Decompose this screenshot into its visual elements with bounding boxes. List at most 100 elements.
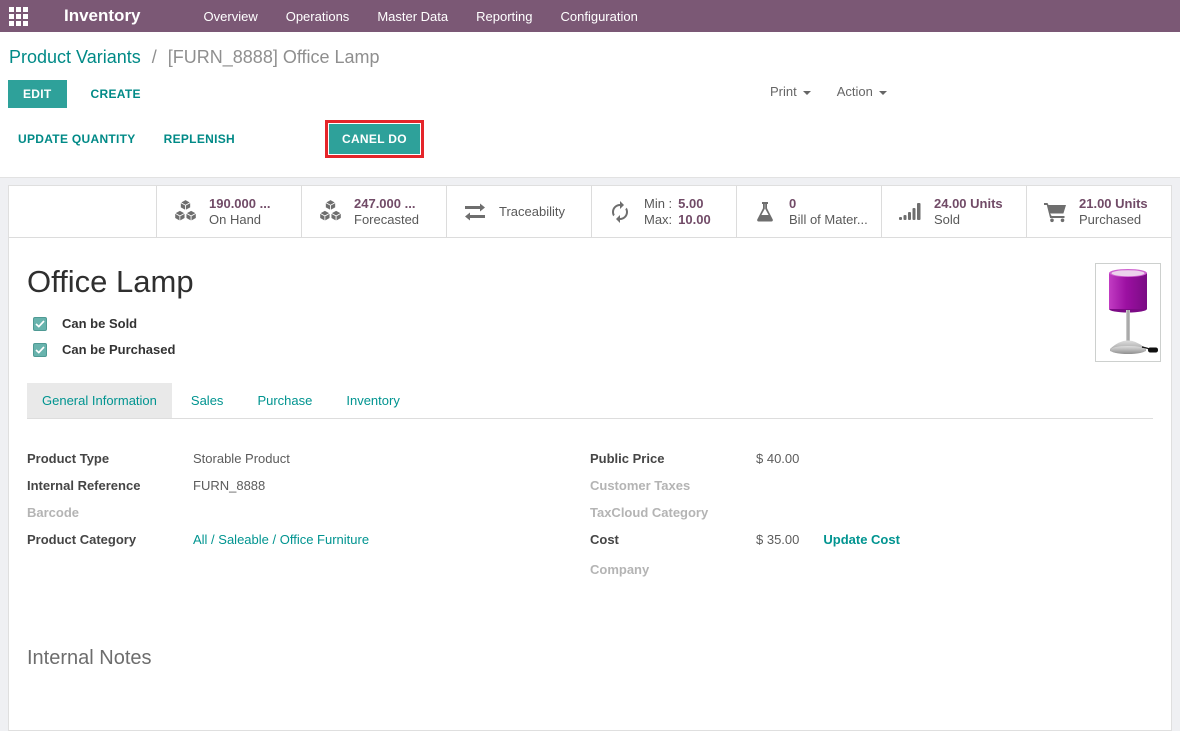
forecasted-value: 247.000 ...: [354, 196, 419, 212]
flask-icon: [750, 201, 780, 223]
stat-button-traceability[interactable]: Traceability: [446, 186, 591, 237]
breadcrumb-product-variants[interactable]: Product Variants: [9, 47, 141, 67]
taxcloud-category-label: TaxCloud Category: [590, 505, 756, 520]
customer-taxes-label: Customer Taxes: [590, 478, 756, 493]
tab-sales[interactable]: Sales: [176, 383, 239, 418]
edit-button[interactable]: EDIT: [8, 80, 67, 108]
purchased-label: Purchased: [1079, 212, 1148, 228]
max-value: 10.00: [678, 212, 711, 228]
min-value: 5.00: [678, 196, 703, 212]
print-action-group: Print Action: [770, 84, 887, 99]
checkbox-checked-icon[interactable]: [33, 343, 47, 357]
print-label: Print: [770, 84, 797, 99]
nav-menu-master-data[interactable]: Master Data: [377, 9, 448, 24]
stat-button-bill-of-materials[interactable]: 0 Bill of Mater...: [736, 186, 881, 237]
chevron-down-icon: [879, 91, 887, 95]
control-panel-actions: EDIT CREATE Print Action: [0, 68, 1180, 112]
product-image[interactable]: [1095, 263, 1161, 362]
update-quantity-button[interactable]: UPDATE QUANTITY: [18, 132, 136, 146]
breadcrumb: Product Variants / [FURN_8888] Office La…: [0, 32, 1180, 68]
max-label: Max:: [644, 212, 672, 228]
field-product-category: Product Category All / Saleable / Office…: [27, 532, 590, 559]
field-company: Company: [590, 562, 1153, 589]
refresh-icon: [605, 200, 635, 224]
cost-label: Cost: [590, 532, 756, 547]
product-type-value: Storable Product: [193, 451, 290, 466]
cubes-icon: [315, 198, 345, 225]
barcode-label: Barcode: [27, 505, 193, 520]
stat-row-spacer: [9, 186, 156, 237]
purchased-value: 21.00 Units: [1079, 196, 1148, 212]
form-sheet: 190.000 ... On Hand 247.000 ...: [8, 185, 1172, 731]
product-type-label: Product Type: [27, 451, 193, 466]
stat-button-sold[interactable]: 24.00 Units Sold: [881, 186, 1026, 237]
bar-chart-icon: [895, 202, 925, 222]
object-buttons-row: UPDATE QUANTITY REPLENISH CANEL DO: [0, 112, 1180, 158]
field-public-price: Public Price $ 40.00: [590, 451, 1153, 478]
stat-button-forecasted[interactable]: 247.000 ... Forecasted: [301, 186, 446, 237]
can-be-purchased-label: Can be Purchased: [62, 342, 175, 357]
tab-inventory[interactable]: Inventory: [331, 383, 414, 418]
nav-menu-configuration[interactable]: Configuration: [561, 9, 638, 24]
can-be-sold-label: Can be Sold: [62, 316, 137, 331]
field-barcode: Barcode: [27, 505, 590, 532]
action-dropdown[interactable]: Action: [837, 84, 887, 99]
internal-notes-heading: Internal Notes: [27, 647, 1153, 730]
apps-grid-icon[interactable]: [9, 7, 28, 26]
company-label: Company: [590, 562, 756, 577]
field-product-type: Product Type Storable Product: [27, 451, 590, 478]
tab-purchase[interactable]: Purchase: [242, 383, 327, 418]
forecasted-label: Forecasted: [354, 212, 419, 228]
product-category-value[interactable]: All / Saleable / Office Furniture: [193, 532, 369, 547]
fields-left-column: Product Type Storable Product Internal R…: [27, 451, 590, 589]
notebook-tabs: General Information Sales Purchase Inven…: [27, 383, 1153, 419]
checkbox-checked-icon[interactable]: [33, 317, 47, 331]
top-navbar: Inventory Overview Operations Master Dat…: [0, 0, 1180, 32]
field-taxcloud-category: TaxCloud Category: [590, 505, 1153, 532]
create-button[interactable]: CREATE: [91, 87, 141, 101]
cart-icon: [1040, 201, 1070, 223]
on-hand-label: On Hand: [209, 212, 270, 228]
bom-value: 0: [789, 196, 868, 212]
field-internal-reference: Internal Reference FURN_8888: [27, 478, 590, 505]
nav-menu-reporting[interactable]: Reporting: [476, 9, 532, 24]
exchange-icon: [460, 203, 490, 221]
app-name[interactable]: Inventory: [64, 6, 141, 26]
can-be-sold-checkbox[interactable]: Can be Sold: [33, 316, 1153, 331]
nav-menu-operations[interactable]: Operations: [286, 9, 350, 24]
cancel-do-button[interactable]: CANEL DO: [329, 124, 420, 154]
min-label: Min :: [644, 196, 672, 212]
apps-grid-icon-svg: [9, 7, 28, 26]
public-price-label: Public Price: [590, 451, 756, 466]
product-title: Office Lamp: [27, 264, 1153, 300]
red-highlight-box: CANEL DO: [325, 120, 424, 158]
internal-reference-value: FURN_8888: [193, 478, 265, 493]
internal-reference-label: Internal Reference: [27, 478, 193, 493]
update-cost-button[interactable]: Update Cost: [823, 532, 900, 547]
control-panel: Product Variants / [FURN_8888] Office La…: [0, 32, 1180, 178]
breadcrumb-current: [FURN_8888] Office Lamp: [168, 47, 380, 67]
fields-right-column: Public Price $ 40.00 Customer Taxes TaxC…: [590, 451, 1153, 589]
print-dropdown[interactable]: Print: [770, 84, 811, 99]
content-area: 190.000 ... On Hand 247.000 ...: [0, 178, 1180, 731]
can-be-purchased-checkbox[interactable]: Can be Purchased: [33, 342, 1153, 357]
cubes-icon: [170, 198, 200, 225]
cost-value: $ 35.00: [756, 532, 799, 547]
field-cost: Cost $ 35.00 Update Cost: [590, 532, 1153, 562]
on-hand-value: 190.000 ...: [209, 196, 270, 212]
stat-button-on-hand[interactable]: 190.000 ... On Hand: [156, 186, 301, 237]
chevron-down-icon: [803, 91, 811, 95]
product-category-label: Product Category: [27, 532, 193, 547]
sold-value: 24.00 Units: [934, 196, 1003, 212]
general-information-fields: Product Type Storable Product Internal R…: [27, 419, 1153, 589]
lamp-image-svg: [1096, 264, 1160, 361]
nav-menu-overview[interactable]: Overview: [204, 9, 258, 24]
replenish-button[interactable]: REPLENISH: [164, 132, 235, 146]
breadcrumb-separator: /: [152, 47, 157, 67]
field-customer-taxes: Customer Taxes: [590, 478, 1153, 505]
stat-button-reordering-rules[interactable]: Min : 5.00 Max: 10.00: [591, 186, 736, 237]
traceability-label: Traceability: [499, 204, 565, 220]
tab-general-information[interactable]: General Information: [27, 383, 172, 418]
stat-button-purchased[interactable]: 21.00 Units Purchased: [1026, 186, 1171, 237]
bom-label: Bill of Mater...: [789, 212, 868, 228]
